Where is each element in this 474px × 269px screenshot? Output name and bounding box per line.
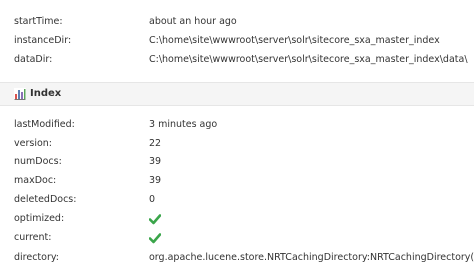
numdocs-value: 39 [149,156,162,167]
datadir-value: C:\home\site\wwwroot\server\solr\sitecor… [149,54,468,65]
core-overview-panel: startTime: about an hour ago instanceDir… [0,0,474,269]
starttime-row: startTime: about an hour ago [0,14,474,30]
deleteddocs-row: deletedDocs: 0 [0,192,474,208]
deleteddocs-value: 0 [149,194,156,205]
maxdoc-label: maxDoc: [14,175,57,186]
datadir-row: dataDir: C:\home\site\wwwroot\server\sol… [0,52,474,68]
current-label: current: [14,232,52,243]
instancedir-label: instanceDir: [14,35,72,46]
optimized-row: optimized: [0,211,474,227]
check-icon [149,232,161,243]
lastmodified-row: lastModified: 3 minutes ago [0,117,474,133]
deleteddocs-label: deletedDocs: [14,194,77,205]
version-row: version: 22 [0,136,474,152]
check-icon [149,213,161,224]
maxdoc-value: 39 [149,175,162,186]
datadir-label: dataDir: [14,54,53,65]
starttime-label: startTime: [14,16,63,27]
current-row: current: [0,230,474,246]
starttime-value: about an hour ago [149,16,237,27]
directory-row: directory: org.apache.lucene.store.NRTCa… [0,250,474,266]
current-value [149,230,161,246]
optimized-label: optimized: [14,213,65,224]
version-label: version: [14,138,52,149]
bar-chart-icon [14,88,26,100]
instancedir-row: instanceDir: C:\home\site\wwwroot\server… [0,33,474,49]
version-value: 22 [149,138,162,149]
lastmodified-value: 3 minutes ago [149,119,218,130]
maxdoc-row: maxDoc: 39 [0,173,474,189]
numdocs-label: numDocs: [14,156,62,167]
directory-label: directory: [14,252,60,263]
optimized-value [149,211,161,227]
lastmodified-label: lastModified: [14,119,75,130]
index-section-title: Index [30,88,62,99]
numdocs-row: numDocs: 39 [0,154,474,170]
directory-value: org.apache.lucene.store.NRTCachingDirect… [149,252,474,263]
index-section-header: Index [0,82,474,106]
instancedir-value: C:\home\site\wwwroot\server\solr\sitecor… [149,35,440,46]
